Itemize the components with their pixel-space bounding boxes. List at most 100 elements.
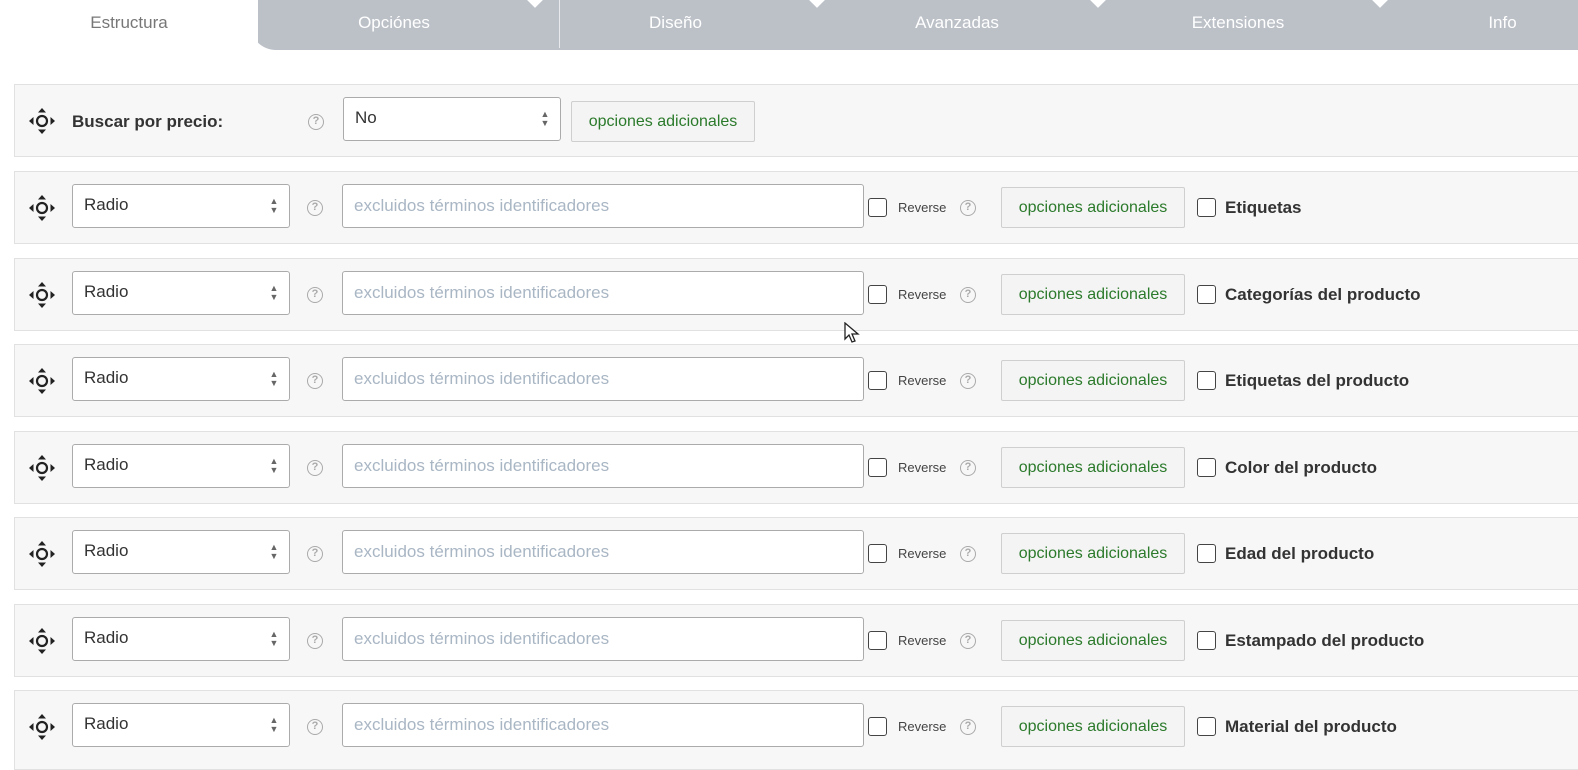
taxonomy-row: Radio ▲ ▼ ? excluidos términos identifica… bbox=[14, 690, 1578, 770]
additional-options-button[interactable]: opciones adicionales bbox=[1001, 620, 1185, 661]
question-circle-icon[interactable]: ? bbox=[960, 200, 976, 216]
excluded-terms-input[interactable]: excluidos términos identificadores bbox=[342, 357, 864, 401]
excluded-terms-input[interactable]: excluidos términos identificadores bbox=[342, 703, 864, 747]
move-arrows-icon[interactable] bbox=[28, 367, 56, 395]
question-circle-icon[interactable]: ? bbox=[960, 546, 976, 562]
taxonomy-label: Etiquetas bbox=[1225, 198, 1302, 217]
select-value: Radio bbox=[84, 195, 129, 214]
move-arrows-icon[interactable] bbox=[28, 281, 56, 309]
up-down-arrows-icon: ▲ ▼ bbox=[269, 196, 279, 215]
reverse-label: Reverse bbox=[898, 287, 947, 302]
select-value: Radio bbox=[84, 541, 129, 560]
reverse-checkbox[interactable] bbox=[868, 631, 887, 650]
question-circle-icon[interactable]: ? bbox=[307, 287, 323, 303]
taxonomy-enable-checkbox[interactable] bbox=[1197, 371, 1216, 390]
reverse-checkbox[interactable] bbox=[868, 285, 887, 304]
up-down-arrows-icon: ▲ ▼ bbox=[269, 629, 279, 648]
question-circle-icon[interactable]: ? bbox=[307, 633, 323, 649]
input-placeholder: excluidos términos identificadores bbox=[354, 369, 610, 388]
taxonomy-label: Categorías del producto bbox=[1225, 285, 1421, 304]
tab-diseno[interactable]: Diseño bbox=[560, 0, 791, 50]
input-placeholder: excluidos términos identificadores bbox=[354, 456, 610, 475]
filter-type-select[interactable]: Radio ▲ ▼ bbox=[72, 703, 290, 747]
question-circle-icon[interactable]: ? bbox=[960, 719, 976, 735]
price-filter-select[interactable]: No ▲ ▼ bbox=[343, 97, 561, 141]
question-circle-icon[interactable]: ? bbox=[960, 460, 976, 476]
excluded-terms-input[interactable]: excluidos términos identificadores bbox=[342, 530, 864, 574]
tab-estructura[interactable]: Estructura bbox=[0, 0, 258, 50]
tab-avanzadas[interactable]: Avanzadas bbox=[822, 0, 1092, 50]
tab-info[interactable]: Info bbox=[1400, 0, 1578, 50]
move-arrows-icon[interactable] bbox=[28, 107, 56, 135]
price-filter-row: Buscar por precio: ? No ▲ ▼ opciones adic… bbox=[14, 84, 1578, 157]
move-arrows-icon[interactable] bbox=[28, 454, 56, 482]
reverse-label: Reverse bbox=[898, 373, 947, 388]
reverse-checkbox[interactable] bbox=[868, 544, 887, 563]
input-placeholder: excluidos términos identificadores bbox=[354, 542, 610, 561]
question-circle-icon[interactable]: ? bbox=[960, 633, 976, 649]
tab-extensiones[interactable]: Extensiones bbox=[1103, 0, 1373, 50]
taxonomy-row: Radio ▲ ▼ ? excluidos términos identifica… bbox=[14, 258, 1578, 331]
taxonomy-enable-checkbox[interactable] bbox=[1197, 544, 1216, 563]
move-arrows-icon[interactable] bbox=[28, 627, 56, 655]
move-arrows-icon[interactable] bbox=[28, 540, 56, 568]
question-circle-icon[interactable]: ? bbox=[960, 287, 976, 303]
reverse-label: Reverse bbox=[898, 200, 947, 215]
tab-bar: Estructura Opciónes Diseño Avanzadas Ext… bbox=[0, 0, 1578, 50]
question-circle-icon[interactable]: ? bbox=[307, 546, 323, 562]
move-arrows-icon[interactable] bbox=[28, 713, 56, 741]
reverse-checkbox[interactable] bbox=[868, 198, 887, 217]
excluded-terms-input[interactable]: excluidos términos identificadores bbox=[342, 444, 864, 488]
reverse-checkbox[interactable] bbox=[868, 717, 887, 736]
filter-type-select[interactable]: Radio ▲ ▼ bbox=[72, 444, 290, 488]
mouse-cursor-icon bbox=[844, 322, 860, 343]
excluded-terms-input[interactable]: excluidos términos identificadores bbox=[342, 271, 864, 315]
question-circle-icon[interactable]: ? bbox=[307, 719, 323, 735]
up-down-arrows-icon: ▲ ▼ bbox=[540, 109, 550, 128]
reverse-label: Reverse bbox=[898, 633, 947, 648]
up-down-arrows-icon: ▲ ▼ bbox=[269, 456, 279, 475]
additional-options-button[interactable]: opciones adicionales bbox=[1001, 360, 1185, 401]
up-down-arrows-icon: ▲ ▼ bbox=[269, 542, 279, 561]
up-down-arrows-icon: ▲ ▼ bbox=[269, 369, 279, 388]
input-placeholder: excluidos términos identificadores bbox=[354, 283, 610, 302]
taxonomy-row: Radio ▲ ▼ ? excluidos términos identifica… bbox=[14, 517, 1578, 590]
additional-options-button[interactable]: opciones adicionales bbox=[1001, 447, 1185, 488]
reverse-checkbox[interactable] bbox=[868, 458, 887, 477]
taxonomy-enable-checkbox[interactable] bbox=[1197, 631, 1216, 650]
select-value: Radio bbox=[84, 282, 129, 301]
excluded-terms-input[interactable]: excluidos términos identificadores bbox=[342, 184, 864, 228]
reverse-label: Reverse bbox=[898, 460, 947, 475]
price-filter-title: Buscar por precio: bbox=[72, 112, 224, 131]
reverse-label: Reverse bbox=[898, 546, 947, 561]
taxonomy-enable-checkbox[interactable] bbox=[1197, 458, 1216, 477]
additional-options-button[interactable]: opciones adicionales bbox=[571, 101, 755, 142]
question-circle-icon[interactable]: ? bbox=[307, 373, 323, 389]
input-placeholder: excluidos términos identificadores bbox=[354, 629, 610, 648]
additional-options-button[interactable]: opciones adicionales bbox=[1001, 187, 1185, 228]
taxonomy-enable-checkbox[interactable] bbox=[1197, 285, 1216, 304]
additional-options-button[interactable]: opciones adicionales bbox=[1001, 706, 1185, 747]
question-circle-icon[interactable]: ? bbox=[308, 114, 324, 130]
taxonomy-enable-checkbox[interactable] bbox=[1197, 717, 1216, 736]
select-value: No bbox=[355, 108, 377, 127]
select-value: Radio bbox=[84, 455, 129, 474]
question-circle-icon[interactable]: ? bbox=[307, 200, 323, 216]
taxonomy-label: Etiquetas del producto bbox=[1225, 371, 1410, 390]
excluded-terms-input[interactable]: excluidos términos identificadores bbox=[342, 617, 864, 661]
reverse-checkbox[interactable] bbox=[868, 371, 887, 390]
filter-type-select[interactable]: Radio ▲ ▼ bbox=[72, 617, 290, 661]
filter-type-select[interactable]: Radio ▲ ▼ bbox=[72, 357, 290, 401]
move-arrows-icon[interactable] bbox=[28, 194, 56, 222]
tab-opciones[interactable]: Opciónes bbox=[262, 0, 526, 50]
additional-options-button[interactable]: opciones adicionales bbox=[1001, 274, 1185, 315]
filter-type-select[interactable]: Radio ▲ ▼ bbox=[72, 184, 290, 228]
filter-type-select[interactable]: Radio ▲ ▼ bbox=[72, 271, 290, 315]
select-value: Radio bbox=[84, 628, 129, 647]
question-circle-icon[interactable]: ? bbox=[960, 373, 976, 389]
filter-type-select[interactable]: Radio ▲ ▼ bbox=[72, 530, 290, 574]
taxonomy-row: Radio ▲ ▼ ? excluidos términos identifica… bbox=[14, 171, 1578, 244]
taxonomy-enable-checkbox[interactable] bbox=[1197, 198, 1216, 217]
additional-options-button[interactable]: opciones adicionales bbox=[1001, 533, 1185, 574]
question-circle-icon[interactable]: ? bbox=[307, 460, 323, 476]
